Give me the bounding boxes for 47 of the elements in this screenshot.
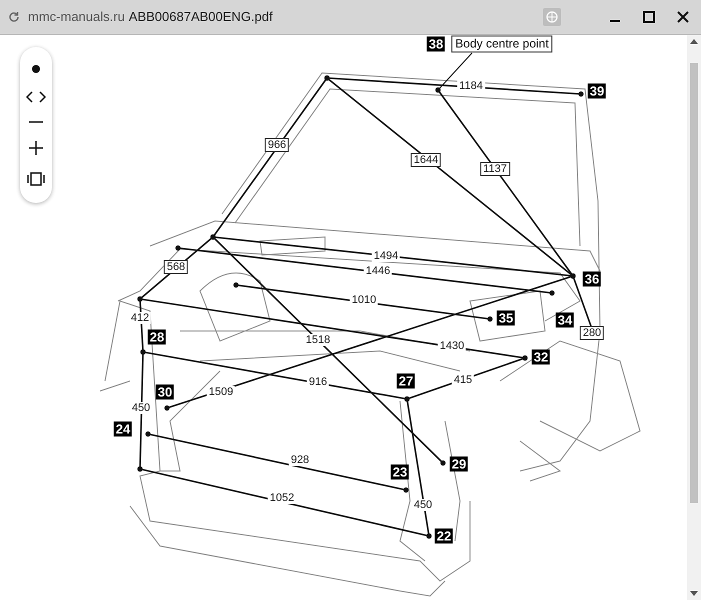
dimension-label: 1184 [457,80,485,92]
dimension-label: 412 [128,312,152,324]
point-tag: 35 [496,310,516,326]
point-tag: 24 [114,422,132,436]
site-address: mmc-manuals.ru [28,8,125,26]
chevrons-icon[interactable] [26,90,46,103]
dimension-label: 1430 [438,340,466,352]
dimension-label: 966 [264,138,290,152]
scroll-down-icon[interactable] [690,591,698,596]
point-tag: 38 [426,36,446,52]
dimension-label: 280 [580,326,604,340]
point-tag: 36 [582,272,602,286]
point-tag: 27 [396,374,416,388]
close-icon[interactable] [677,11,689,23]
point-tag: 23 [390,464,410,480]
point-tag: 39 [588,84,606,98]
scrollbar[interactable] [687,35,701,600]
point-dot [435,87,441,93]
scroll-up-icon[interactable] [690,39,698,44]
dimension-label: 1509 [206,386,236,398]
zoom-in-icon[interactable] [29,141,43,156]
dimension-label: 1052 [268,492,296,504]
dimension-label: 450 [412,499,434,511]
point-tag: 22 [434,528,454,544]
point-tag: 32 [532,350,550,364]
dimension-label: 1010 [350,294,378,306]
dimension-label: 1644 [410,153,442,167]
dimension-label: 1137 [480,162,510,176]
dimension-label: 568 [164,260,188,274]
zoom-out-icon[interactable] [29,120,43,124]
dimension-label: 1518 [304,334,332,346]
fit-page-icon[interactable] [26,172,46,186]
point-tag: 34 [556,312,574,328]
point-tag: 28 [148,330,166,344]
point-tag: 29 [450,456,468,472]
dimension-label: 450 [130,402,152,414]
dimension-label: 1446 [364,265,392,277]
file-name: ABB00687AB00ENG.pdf [128,8,273,26]
reload-icon[interactable] [8,11,20,23]
maximize-icon[interactable] [643,11,655,23]
dimension-label: 1494 [372,250,400,262]
dimension-label: 916 [306,376,330,388]
callout-label: Body centre point [451,36,553,52]
dimension-label: 928 [288,454,312,466]
point-tag: 30 [156,384,174,400]
dimension-label: 415 [452,374,474,386]
dot-icon[interactable] [31,64,41,74]
